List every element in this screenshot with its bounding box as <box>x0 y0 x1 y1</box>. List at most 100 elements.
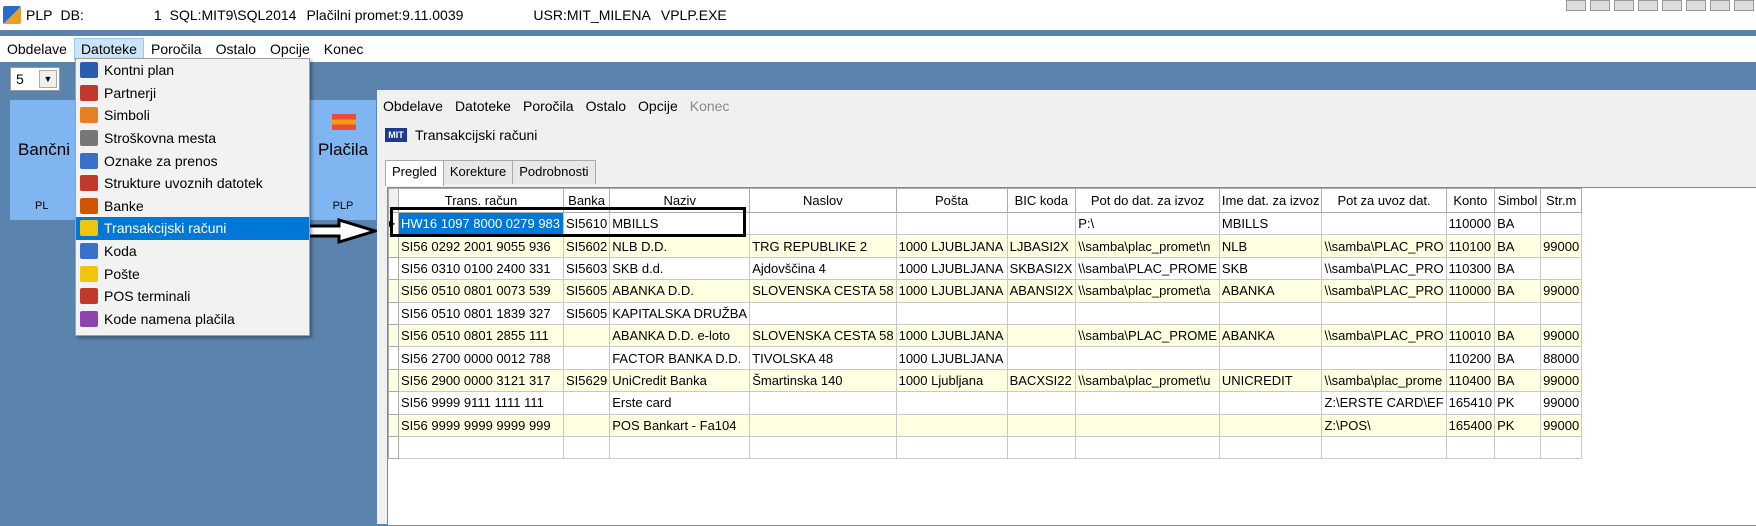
table-cell[interactable] <box>895 413 1008 437</box>
table-cell[interactable]: 110400 <box>1445 368 1496 393</box>
table-cell[interactable]: \\samba\PLAC_PRO <box>1321 256 1447 281</box>
column-header[interactable]: Pot do dat. za izvoz <box>1075 188 1220 213</box>
table-row[interactable]: SI56 0510 0801 0073 539 SI5605 ABANKA D.D.… <box>388 279 1583 303</box>
column-header[interactable]: Pot za uvoz dat. <box>1321 188 1447 213</box>
table-cell[interactable]: FACTOR BANKA D.D. <box>609 346 751 370</box>
table-cell[interactable] <box>895 301 1008 325</box>
table-cell[interactable]: BA <box>1494 234 1542 258</box>
child-menu-porocila[interactable]: Poročila <box>517 98 580 114</box>
table-cell[interactable]: \\samba\plac_promet\a <box>1075 279 1220 303</box>
table-cell[interactable] <box>1445 301 1496 325</box>
table-cell[interactable]: BA <box>1494 368 1542 393</box>
table-cell[interactable] <box>1321 211 1447 236</box>
table-cell[interactable]: SI56 0310 0100 2400 331 <box>398 256 564 281</box>
column-header[interactable]: Ime dat. za izvoz <box>1218 188 1323 213</box>
table-cell[interactable]: SKBASI2X <box>1006 256 1077 281</box>
table-cell[interactable]: SI5605 <box>562 279 611 303</box>
table-cell[interactable] <box>895 435 1008 460</box>
table-cell[interactable] <box>562 435 611 460</box>
table-cell[interactable] <box>1075 413 1220 437</box>
table-cell[interactable] <box>1075 391 1220 415</box>
table-cell[interactable]: ABANKA D.D. e-loto <box>609 323 751 348</box>
table-row[interactable]: SI56 0310 0100 2400 331 SI5603 SKB d.d. Ajd… <box>388 256 1583 281</box>
column-header[interactable]: Naziv <box>609 188 751 213</box>
table-cell[interactable] <box>1540 435 1583 460</box>
table-cell[interactable]: 1000 LJUBLJANA <box>895 256 1008 281</box>
tb-button[interactable] <box>1686 0 1706 11</box>
table-cell[interactable]: SI5629 <box>562 368 611 393</box>
tb-button[interactable] <box>1566 0 1586 11</box>
table-cell[interactable]: 110300 <box>1445 256 1496 281</box>
table-cell[interactable]: 165400 <box>1445 413 1496 437</box>
table-cell[interactable]: 110010 <box>1445 323 1496 348</box>
table-cell[interactable]: P:\ <box>1075 211 1220 236</box>
table-cell[interactable] <box>562 323 611 348</box>
row-indicator[interactable] <box>388 323 399 348</box>
table-cell[interactable]: SI56 0510 0801 0073 539 <box>398 279 564 303</box>
table-cell[interactable] <box>1006 346 1077 370</box>
table-cell[interactable]: \\samba\PLAC_PROME <box>1075 323 1220 348</box>
table-cell[interactable]: Erste card <box>609 391 751 415</box>
table-cell[interactable] <box>1218 435 1323 460</box>
table-cell[interactable] <box>1006 391 1077 415</box>
table-cell[interactable] <box>562 413 611 437</box>
table-cell[interactable] <box>1075 346 1220 370</box>
table-cell[interactable]: 1000 Ljubljana <box>895 368 1008 393</box>
row-indicator[interactable] <box>388 234 399 258</box>
table-cell[interactable]: 1000 LJUBLJANA <box>895 234 1008 258</box>
table-cell[interactable] <box>1218 346 1323 370</box>
table-cell[interactable]: 1000 LJUBLJANA <box>895 346 1008 370</box>
table-cell[interactable]: 99000 <box>1540 368 1583 393</box>
tb-button[interactable] <box>1710 0 1730 11</box>
table-cell[interactable]: TIVOLSKA 48 <box>749 346 897 370</box>
table-cell[interactable]: Ajdovščina 4 <box>749 256 897 281</box>
table-cell[interactable]: UniCredit Banka <box>609 368 751 393</box>
table-cell[interactable]: SI56 0292 2001 9055 936 <box>398 234 564 258</box>
table-row[interactable]: SI56 0292 2001 9055 936 SI5602 NLB D.D. TRG… <box>388 234 1583 258</box>
table-cell[interactable] <box>1540 211 1583 236</box>
table-cell[interactable] <box>1494 435 1542 460</box>
table-cell[interactable]: SLOVENSKA CESTA 58 <box>749 279 897 303</box>
table-cell[interactable]: SI5602 <box>562 234 611 258</box>
child-menu-opcije[interactable]: Opcije <box>632 98 684 114</box>
table-row[interactable]: ▶ HW16 1097 8000 0279 983 SI5610 MBILLS P:\ M… <box>388 211 1583 236</box>
current-row-indicator-icon[interactable]: ▶ <box>388 211 399 236</box>
column-header[interactable]: Str.m <box>1540 188 1583 213</box>
table-cell[interactable]: 1000 LJUBLJANA <box>895 323 1008 348</box>
tb-button[interactable] <box>1734 0 1754 11</box>
table-cell[interactable] <box>1321 346 1447 370</box>
dropdown-item[interactable]: Koda <box>76 240 309 263</box>
table-cell[interactable]: SLOVENSKA CESTA 58 <box>749 323 897 348</box>
table-cell[interactable]: MBILLS <box>609 211 751 236</box>
table-cell[interactable]: 88000 <box>1540 346 1583 370</box>
table-cell[interactable] <box>1006 323 1077 348</box>
table-row[interactable]: SI56 9999 9999 9999 999 POS Bankart - Fa1… <box>388 413 1583 437</box>
child-menu-konec[interactable]: Konec <box>684 98 736 114</box>
dropdown-item[interactable]: POS terminali <box>76 285 309 308</box>
menu-konec[interactable]: Konec <box>317 38 371 60</box>
table-cell[interactable] <box>609 435 751 460</box>
row-indicator[interactable] <box>388 413 399 437</box>
table-cell[interactable]: 99000 <box>1540 391 1583 415</box>
table-cell[interactable]: BACXSI22 <box>1006 368 1077 393</box>
table-cell[interactable]: 1000 LJUBLJANA <box>895 279 1008 303</box>
table-cell[interactable]: 110000 <box>1445 211 1496 236</box>
tb-button[interactable] <box>1590 0 1610 11</box>
table-cell[interactable]: BA <box>1494 256 1542 281</box>
table-cell[interactable] <box>1321 301 1447 325</box>
table-cell[interactable] <box>1321 435 1447 460</box>
table-cell[interactable]: SI56 0510 0801 2855 111 <box>398 323 564 348</box>
table-cell[interactable]: SI5610 <box>562 211 611 236</box>
table-cell[interactable] <box>1540 301 1583 325</box>
tb-button[interactable] <box>1638 0 1658 11</box>
tb-button[interactable] <box>1614 0 1634 11</box>
table-cell[interactable] <box>1006 211 1077 236</box>
table-cell[interactable]: NLB <box>1218 234 1323 258</box>
table-cell[interactable]: 99000 <box>1540 323 1583 348</box>
dropdown-item[interactable]: Stroškovna mesta <box>76 127 309 150</box>
table-cell[interactable]: 165410 <box>1445 391 1496 415</box>
table-cell[interactable]: SI5605 <box>562 301 611 325</box>
chevron-down-icon[interactable]: ▼ <box>39 70 57 88</box>
table-cell[interactable]: SI56 2900 0000 3121 317 <box>398 368 564 393</box>
table-cell[interactable] <box>1540 256 1583 281</box>
